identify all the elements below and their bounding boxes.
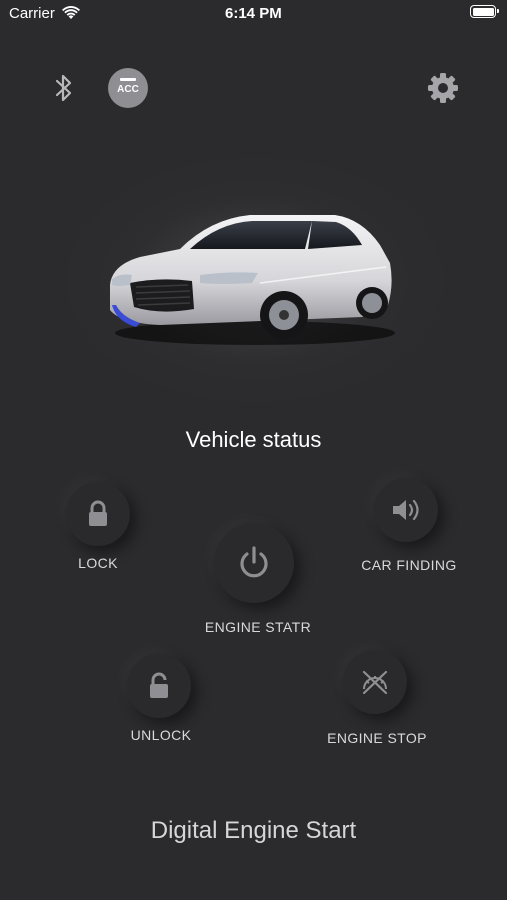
car-finding-button[interactable]: [374, 478, 438, 542]
vehicle-status-title: Vehicle status: [185, 427, 322, 452]
engine-start-label: ENGINE STATR: [204, 619, 312, 635]
power-icon: [240, 546, 268, 578]
wifi-icon: [62, 6, 80, 19]
carrier-label: Carrier: [9, 5, 55, 22]
speaker-icon: [393, 499, 419, 521]
app-title: Digital Engine Start: [150, 817, 357, 844]
acc-button[interactable]: ACC: [108, 68, 148, 108]
gear-icon[interactable]: [426, 71, 460, 105]
clock-time: 6:14 PM: [225, 5, 282, 22]
engine-stop-label: ENGINE STOP: [327, 730, 427, 746]
unlock-icon: [150, 672, 168, 698]
acc-label: ACC: [117, 84, 139, 95]
unlock-label: UNLOCK: [130, 727, 192, 743]
battery-icon: [470, 5, 499, 18]
lock-icon: [89, 500, 107, 526]
engine-start-button[interactable]: [214, 523, 294, 603]
engine-stop-button[interactable]: [343, 650, 407, 714]
acc-dash-icon: [120, 78, 136, 81]
bluetooth-icon[interactable]: [52, 71, 76, 105]
engine-stop-icon: [362, 670, 388, 695]
lock-label: LOCK: [78, 555, 118, 571]
lock-button[interactable]: [66, 482, 130, 546]
car-finding-label: CAR FINDING: [361, 557, 457, 573]
car-image: [110, 215, 395, 345]
unlock-button[interactable]: [127, 654, 191, 718]
